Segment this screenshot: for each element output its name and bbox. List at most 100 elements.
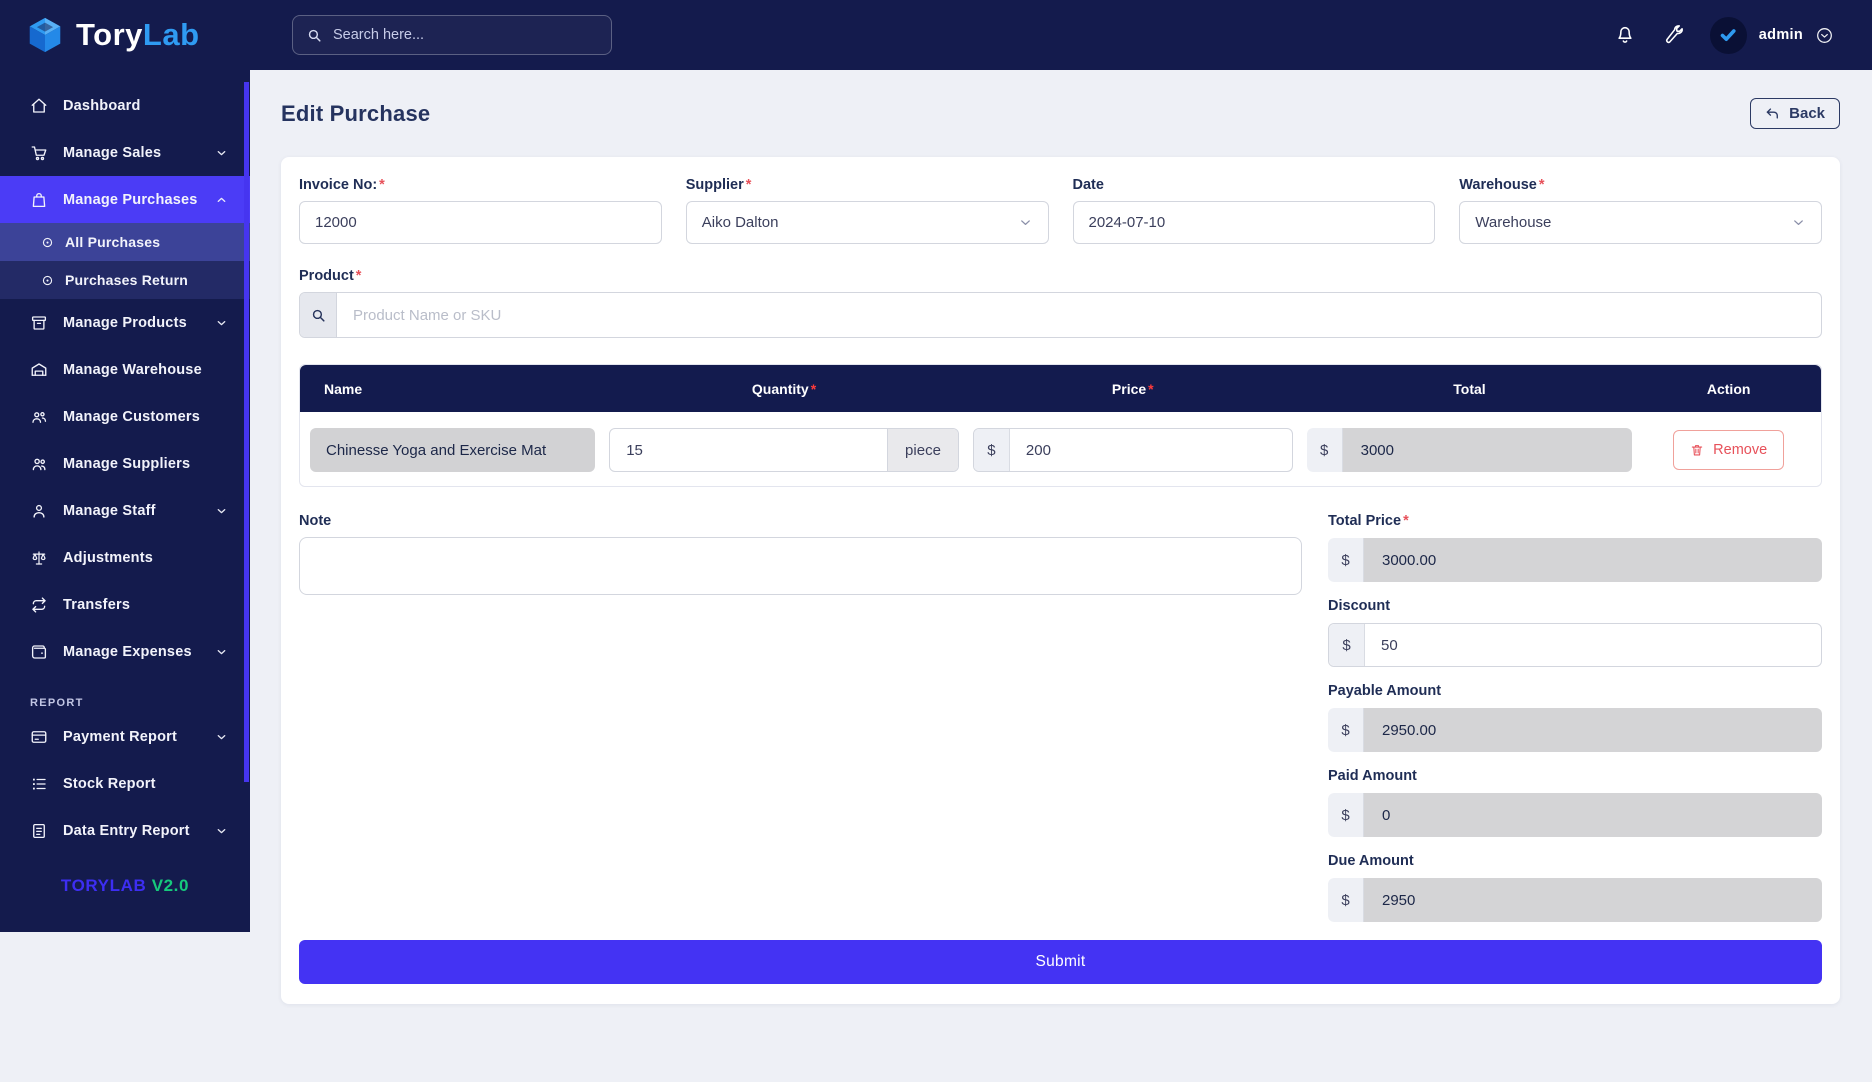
sidebar-item-adjustments[interactable]: Adjustments — [0, 534, 250, 581]
total-price-value: 3000.00 — [1364, 538, 1822, 582]
due-amount-label: Due Amount — [1328, 853, 1414, 869]
payable-amount-field: $ 2950.00 — [1328, 708, 1822, 752]
user-menu[interactable]: admin — [1709, 16, 1834, 54]
global-search — [292, 15, 612, 55]
wrench-icon[interactable] — [1662, 24, 1684, 46]
total-price-field: $ 3000.00 — [1328, 538, 1822, 582]
discount-label: Discount — [1328, 598, 1391, 614]
warehouse-icon — [30, 361, 48, 379]
chevron-down-circle-icon — [1815, 26, 1834, 45]
sidebar-item-manage-sales[interactable]: Manage Sales — [0, 129, 250, 176]
logo-text: ToryLab — [76, 17, 200, 52]
sidebar-scrollbar[interactable] — [244, 82, 249, 782]
scales-icon — [30, 549, 48, 567]
remove-button[interactable]: Remove — [1673, 430, 1785, 470]
sidebar-item-data-entry-report[interactable]: Data Entry Report — [0, 807, 250, 854]
chevron-down-icon — [215, 824, 228, 837]
users-group-icon — [30, 408, 48, 426]
search-input[interactable] — [333, 27, 598, 43]
quantity-input[interactable] — [610, 429, 888, 471]
action-cell: Remove — [1646, 430, 1811, 470]
sidebar-item-payment-report[interactable]: Payment Report — [0, 713, 250, 760]
product-field-block: Product * — [299, 268, 1822, 338]
date-input[interactable] — [1072, 201, 1436, 244]
sidebar: Dashboard Manage Sales Manage Purchases … — [0, 70, 250, 932]
note-textarea[interactable] — [299, 537, 1302, 595]
paid-amount-label: Paid Amount — [1328, 768, 1417, 784]
supplier-select[interactable]: Aiko Dalton — [685, 201, 1049, 244]
totals-block: Total Price* $ 3000.00 Discount $ Payabl… — [1328, 513, 1822, 922]
note-label: Note — [299, 513, 332, 529]
document-icon — [30, 822, 48, 840]
warehouse-label: Warehouse * — [1459, 177, 1545, 193]
back-button[interactable]: Back — [1750, 98, 1840, 129]
sidebar-item-transfers[interactable]: Transfers — [0, 581, 250, 628]
logo-cube-icon — [24, 14, 66, 56]
warehouse-field-block: Warehouse * Warehouse — [1459, 177, 1822, 244]
supplier-label: Supplier * — [685, 177, 752, 193]
column-header-price: Price * — [1111, 380, 1154, 397]
chevron-down-icon — [215, 730, 228, 743]
chevron-down-icon — [1791, 215, 1806, 230]
discount-input[interactable] — [1365, 624, 1821, 666]
date-field-block: Date — [1072, 177, 1436, 244]
cart-icon — [30, 144, 48, 162]
bell-icon[interactable] — [1614, 24, 1636, 46]
note-block: Note — [299, 513, 1302, 600]
row-total-cell: $ 3000 — [1306, 428, 1633, 472]
avatar — [1709, 16, 1747, 54]
two-users-icon — [30, 455, 48, 473]
chevron-up-icon — [215, 193, 228, 206]
unit-suffix: piece — [887, 429, 958, 471]
payable-amount-value: 2950.00 — [1364, 708, 1822, 752]
sidebar-item-stock-report[interactable]: Stock Report — [0, 760, 250, 807]
currency-prefix: $ — [1329, 624, 1365, 666]
table-row: Chinesse Yoga and Exercise Mat piece $ $… — [300, 412, 1821, 486]
product-search-input[interactable] — [337, 293, 1821, 337]
home-icon — [30, 97, 48, 115]
currency-prefix: $ — [1306, 428, 1343, 472]
sidebar-item-manage-expenses[interactable]: Manage Expenses — [0, 628, 250, 675]
chevron-down-icon — [215, 645, 228, 658]
chevron-down-icon — [215, 504, 228, 517]
column-header-total: Total — [1453, 380, 1486, 397]
submit-button[interactable]: Submit — [299, 940, 1822, 984]
invoice-input[interactable] — [299, 201, 662, 244]
purchase-items-table: Name Quantity * Price * Total Action Chine… — [299, 364, 1822, 487]
edit-purchase-card: Invoice No:* Supplier* Aiko Dalton Date … — [281, 157, 1840, 1004]
sidebar-item-dashboard[interactable]: Dashboard — [0, 82, 250, 129]
circle-dot-icon — [40, 273, 55, 288]
sidebar-item-manage-products[interactable]: Manage Products — [0, 299, 250, 346]
warehouse-select[interactable]: Warehouse — [1459, 201, 1822, 244]
chevron-down-icon — [1018, 215, 1033, 230]
sidebar-item-manage-purchases[interactable]: Manage Purchases — [0, 176, 250, 223]
credit-card-icon — [30, 728, 48, 746]
product-name-cell: Chinesse Yoga and Exercise Mat — [310, 428, 596, 472]
currency-prefix: $ — [1328, 793, 1364, 837]
sidebar-item-manage-suppliers[interactable]: Manage Suppliers — [0, 440, 250, 487]
main-content: Edit Purchase Back Invoice No:* Supplier… — [250, 70, 1872, 1082]
product-label: Product * — [299, 268, 362, 284]
user-icon — [30, 502, 48, 520]
sidebar-item-manage-customers[interactable]: Manage Customers — [0, 393, 250, 440]
price-input[interactable] — [1009, 429, 1292, 471]
sidebar-item-manage-staff[interactable]: Manage Staff — [0, 487, 250, 534]
invoice-label: Invoice No: * — [299, 177, 385, 193]
transfer-arrows-icon — [30, 596, 48, 614]
trash-icon — [1690, 443, 1704, 457]
sidebar-section-report: REPORT — [30, 697, 84, 709]
product-search-icon — [300, 293, 337, 337]
box-icon — [30, 314, 48, 332]
sidebar-subitem-all-purchases[interactable]: All Purchases — [0, 223, 250, 261]
sidebar-subitem-purchases-return[interactable]: Purchases Return — [0, 261, 250, 299]
paid-amount-field: $ 0 — [1328, 793, 1822, 837]
chevron-down-icon — [215, 146, 228, 159]
payable-amount-label: Payable Amount — [1328, 683, 1442, 699]
return-arrow-icon — [1765, 106, 1780, 121]
top-bar: ToryLab admin — [0, 0, 1872, 70]
app-logo[interactable]: ToryLab — [0, 14, 250, 56]
currency-prefix: $ — [973, 429, 1010, 471]
sidebar-item-manage-warehouse[interactable]: Manage Warehouse — [0, 346, 250, 393]
app-version: TORYLAB V2.0 — [60, 876, 190, 895]
currency-prefix: $ — [1328, 538, 1364, 582]
